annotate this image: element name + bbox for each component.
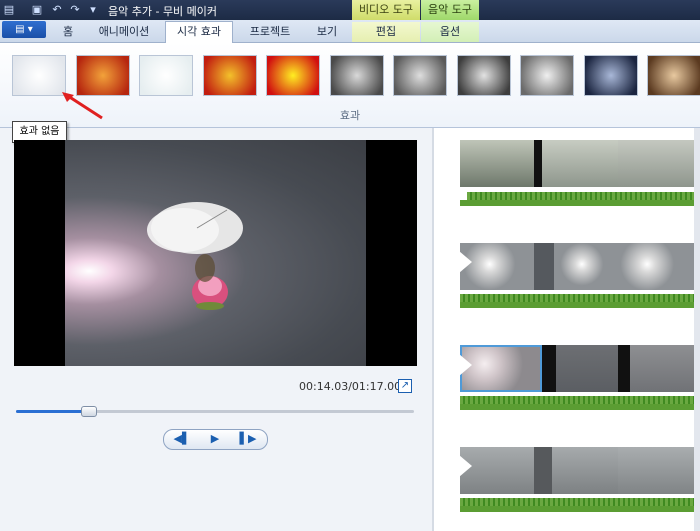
- title-bar: [0, 0, 700, 20]
- context-tab-video-tools: 비디오 도구: [352, 0, 420, 20]
- clip-thumbnail: [552, 447, 618, 494]
- clip-gap: [534, 140, 542, 187]
- effect-thumbnail-effect-threshold[interactable]: [266, 55, 320, 96]
- effect-thumbnail-effect-gray-1[interactable]: [329, 55, 384, 96]
- preview-frame: [65, 140, 366, 366]
- tab-visual-effects[interactable]: 시각 효과: [165, 21, 233, 43]
- clip-thumbnail: [618, 447, 694, 494]
- undo-icon[interactable]: ↶: [50, 3, 64, 17]
- expand-preview-icon[interactable]: ↗: [398, 379, 412, 393]
- save-icon[interactable]: ▣: [30, 3, 44, 17]
- selected-clip-highlight: [460, 345, 542, 392]
- tab-project[interactable]: 프로젝트: [238, 22, 302, 42]
- clip-thumbnail: [460, 140, 534, 187]
- window-title: 음악 추가 - 무비 메이커: [108, 5, 218, 18]
- tab-options[interactable]: 옵션: [421, 22, 479, 42]
- seek-thumb[interactable]: [80, 406, 97, 417]
- transition-marker: [459, 251, 472, 273]
- transition-marker: [459, 455, 472, 477]
- tab-view[interactable]: 보기: [307, 22, 347, 42]
- previous-frame-button[interactable]: ◀▌: [167, 430, 197, 447]
- clip-thumbnail: [630, 345, 694, 392]
- tab-animations[interactable]: 애니메이션: [87, 22, 161, 42]
- app-menu-button[interactable]: ▤ ▾: [2, 21, 46, 38]
- clip-gap: [542, 345, 556, 392]
- clip-gap: [534, 243, 554, 290]
- clip-thumbnail: [542, 140, 618, 187]
- music-track-base: [460, 404, 694, 410]
- effect-thumbnail-effect-gray-3[interactable]: [456, 55, 511, 96]
- storyboard-scrollbar[interactable]: [694, 128, 700, 531]
- effect-thumbnail-effect-gray-4[interactable]: [520, 55, 574, 96]
- effect-thumbnail-effect-blue[interactable]: [583, 55, 638, 96]
- context-tab-music-tools: 음악 도구: [421, 0, 479, 20]
- clip-thumbnail: [616, 243, 694, 290]
- red-arrow-annotation: [62, 92, 103, 120]
- effect-thumbnail-effect-red-flower[interactable]: [202, 55, 257, 96]
- tab-edit[interactable]: 편집: [352, 22, 420, 42]
- effect-thumbnail-effect-sketch[interactable]: [139, 55, 193, 96]
- clip-gap: [534, 447, 552, 494]
- customize-quick-access-icon[interactable]: ▾: [86, 3, 100, 17]
- effect-thumbnail-no-effect[interactable]: [12, 55, 66, 96]
- music-track-base: [460, 506, 694, 512]
- effect-thumbnail-effect-gray-2[interactable]: [393, 55, 447, 96]
- timecode-readout: 00:14.03/01:17.00: [299, 380, 402, 393]
- next-frame-button[interactable]: ▌▶: [233, 430, 263, 447]
- music-track-base: [460, 302, 694, 308]
- clip-gap: [618, 345, 630, 392]
- lotus-scene: [147, 202, 243, 310]
- transition-marker: [459, 354, 472, 376]
- seek-progress: [16, 410, 88, 413]
- clip-thumbnail: [554, 243, 616, 290]
- clip-thumbnail: [618, 140, 694, 187]
- effect-thumbnail-effect-sepia[interactable]: [647, 55, 700, 96]
- tab-home[interactable]: 홈: [54, 22, 82, 42]
- clip-thumbnail: [556, 345, 618, 392]
- app-icon: ▤: [3, 3, 15, 16]
- play-button[interactable]: ▶: [200, 430, 230, 447]
- redo-icon[interactable]: ↷: [68, 3, 82, 17]
- music-track-base: [460, 200, 694, 206]
